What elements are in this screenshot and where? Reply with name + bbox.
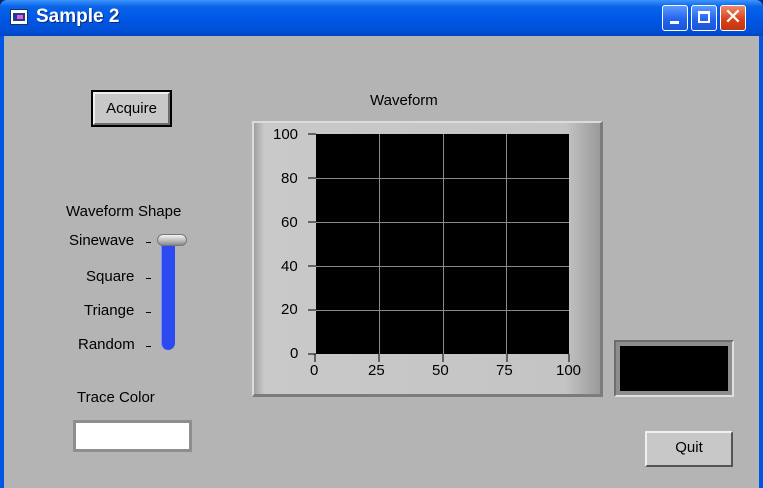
close-button[interactable]: ✕ bbox=[720, 5, 746, 31]
y-tick-label: 40 bbox=[281, 258, 298, 275]
y-tick-label: 20 bbox=[281, 301, 298, 318]
minimize-icon bbox=[670, 21, 679, 24]
app-window: Sample 2 ✕ Acquire Waveform Shape Sinewa… bbox=[0, 0, 763, 488]
close-icon: ✕ bbox=[723, 5, 743, 30]
slider-option-random: Random bbox=[78, 336, 135, 353]
slider-tick bbox=[146, 346, 151, 347]
slider-tick bbox=[146, 278, 151, 279]
maximize-icon bbox=[698, 11, 710, 23]
waveform-shape-label: Waveform Shape bbox=[66, 203, 182, 220]
waveform-shape-slider[interactable] bbox=[161, 240, 175, 350]
trace-color-swatch bbox=[76, 423, 189, 449]
color-indicator-display bbox=[620, 346, 728, 391]
minimize-button[interactable] bbox=[662, 5, 688, 31]
color-indicator bbox=[614, 340, 734, 397]
quit-button[interactable]: Quit bbox=[645, 431, 733, 467]
y-tick-label: 100 bbox=[273, 126, 299, 143]
maximize-button[interactable] bbox=[691, 5, 717, 31]
slider-thumb[interactable] bbox=[157, 234, 187, 246]
slider-tick bbox=[146, 312, 151, 313]
slider-option-square: Square bbox=[86, 268, 135, 285]
slider-option-triange: Triange bbox=[84, 302, 135, 319]
window-title: Sample 2 bbox=[36, 6, 120, 27]
slider-tick bbox=[146, 242, 151, 243]
y-tick-label: 60 bbox=[281, 214, 298, 231]
graph-title: Waveform bbox=[370, 92, 438, 109]
title-bar[interactable]: Sample 2 ✕ bbox=[0, 0, 763, 36]
y-tick-label: 0 bbox=[290, 345, 299, 362]
axis-ticks bbox=[308, 133, 570, 362]
slider-option-sinewave: Sinewave bbox=[69, 232, 135, 249]
trace-color-box[interactable] bbox=[73, 420, 192, 452]
y-tick-label: 80 bbox=[281, 170, 298, 187]
app-icon[interactable] bbox=[10, 9, 28, 25]
trace-color-label: Trace Color bbox=[77, 389, 155, 406]
acquire-button[interactable]: Acquire bbox=[91, 90, 172, 127]
acquire-button-label: Acquire bbox=[93, 92, 170, 125]
